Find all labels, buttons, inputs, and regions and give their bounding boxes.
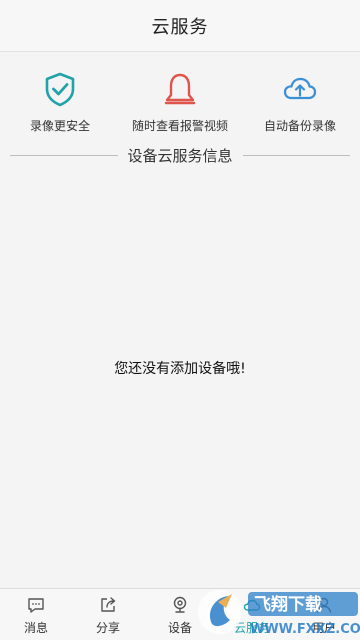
tab-user[interactable]: 用户 xyxy=(288,589,360,640)
device-icon xyxy=(173,596,187,613)
cloud-upload-icon xyxy=(283,77,317,100)
shield-check-icon xyxy=(45,72,75,107)
cloud-icon xyxy=(243,599,261,611)
section-title: 设备云服务信息 xyxy=(127,146,233,165)
feature-alarm-video: 随时查看报警视频 xyxy=(120,53,240,141)
tab-share[interactable]: 分享 xyxy=(72,589,144,640)
feature-secure-recording: 录像更安全 xyxy=(0,53,120,141)
tab-cloud-service[interactable]: 云服务 xyxy=(216,589,288,640)
tab-label: 分享 xyxy=(95,621,120,635)
tab-label: 消息 xyxy=(23,621,48,635)
feature-auto-backup: 自动备份录像 xyxy=(240,53,360,141)
app-header: 云服务 xyxy=(0,0,360,52)
tab-message[interactable]: 消息 xyxy=(0,589,72,640)
tab-label: 设备 xyxy=(167,621,192,635)
bottom-tab-bar: 消息 分享 设备 云服务 用户 xyxy=(0,588,360,640)
tab-label: 云服务 xyxy=(233,621,270,635)
section-divider: 设备云服务信息 xyxy=(10,145,351,165)
empty-state-message: 您还没有添加设备哦! xyxy=(114,361,246,377)
page-title: 云服务 xyxy=(151,16,209,38)
user-icon xyxy=(316,597,332,613)
feature-label: 录像更安全 xyxy=(29,119,90,133)
divider-line-left xyxy=(10,154,118,156)
tab-label: 用户 xyxy=(311,621,336,635)
bell-icon xyxy=(164,73,196,105)
divider-line-right xyxy=(242,154,351,156)
feature-label: 自动备份录像 xyxy=(263,119,336,133)
feature-row: 录像更安全 随时查看报警视频 自动备份录像 xyxy=(0,53,360,141)
feature-label: 随时查看报警视频 xyxy=(131,119,228,133)
tab-device[interactable]: 设备 xyxy=(144,589,216,640)
share-icon xyxy=(101,597,116,612)
message-icon xyxy=(28,598,44,613)
